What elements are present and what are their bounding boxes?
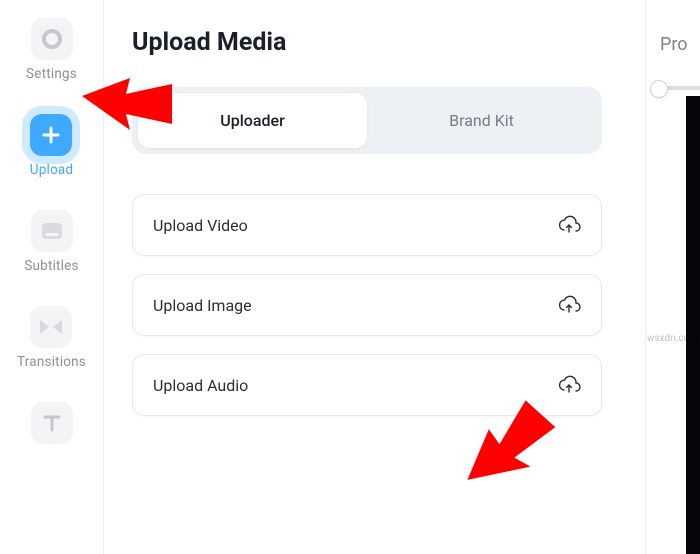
upload-audio-button[interactable]: Upload Audio xyxy=(132,354,602,416)
sidebar-item-label: Upload xyxy=(30,162,73,178)
watermark: wsxdn.com xyxy=(647,333,698,344)
sidebar-item-label: Subtitles xyxy=(24,258,78,274)
tab-uploader[interactable]: Uploader xyxy=(138,93,367,148)
sidebar-item-settings[interactable]: Settings xyxy=(26,18,77,82)
text-icon xyxy=(31,402,73,444)
page-title: Upload Media xyxy=(132,28,617,57)
sidebar-item-text[interactable] xyxy=(31,402,73,444)
cloud-upload-icon xyxy=(557,295,581,315)
cloud-upload-icon xyxy=(557,215,581,235)
slider[interactable] xyxy=(654,86,700,90)
sidebar-item-subtitles[interactable]: Subtitles xyxy=(24,210,78,274)
upload-row-label: Upload Image xyxy=(153,296,252,315)
cloud-upload-icon xyxy=(557,375,581,395)
plus-icon xyxy=(30,114,72,156)
screen-icon xyxy=(31,210,73,252)
upload-row-label: Upload Audio xyxy=(153,376,248,395)
sidebar-item-upload[interactable]: Upload xyxy=(30,114,73,178)
sidebar-rail: Settings Upload Subtitles Transitions xyxy=(0,0,104,554)
upload-row-label: Upload Video xyxy=(153,216,248,235)
upload-tabbar: Uploader Brand Kit xyxy=(132,87,602,154)
upload-image-button[interactable]: Upload Image xyxy=(132,274,602,336)
sidebar-item-label: Transitions xyxy=(17,354,86,370)
tab-brand-kit[interactable]: Brand Kit xyxy=(367,93,596,148)
record-icon xyxy=(31,18,73,60)
upload-panel: Upload Media Uploader Brand Kit Upload V… xyxy=(104,0,645,554)
upload-video-button[interactable]: Upload Video xyxy=(132,194,602,256)
right-panel-label: Pro xyxy=(660,34,688,55)
sidebar-item-label: Settings xyxy=(26,66,77,82)
sidebar-item-transitions[interactable]: Transitions xyxy=(17,306,86,370)
transition-icon xyxy=(30,306,72,348)
upload-list: Upload Video Upload Image Upload Audio xyxy=(132,194,602,416)
preview-area xyxy=(686,96,700,554)
right-panel: Pro xyxy=(645,0,700,554)
